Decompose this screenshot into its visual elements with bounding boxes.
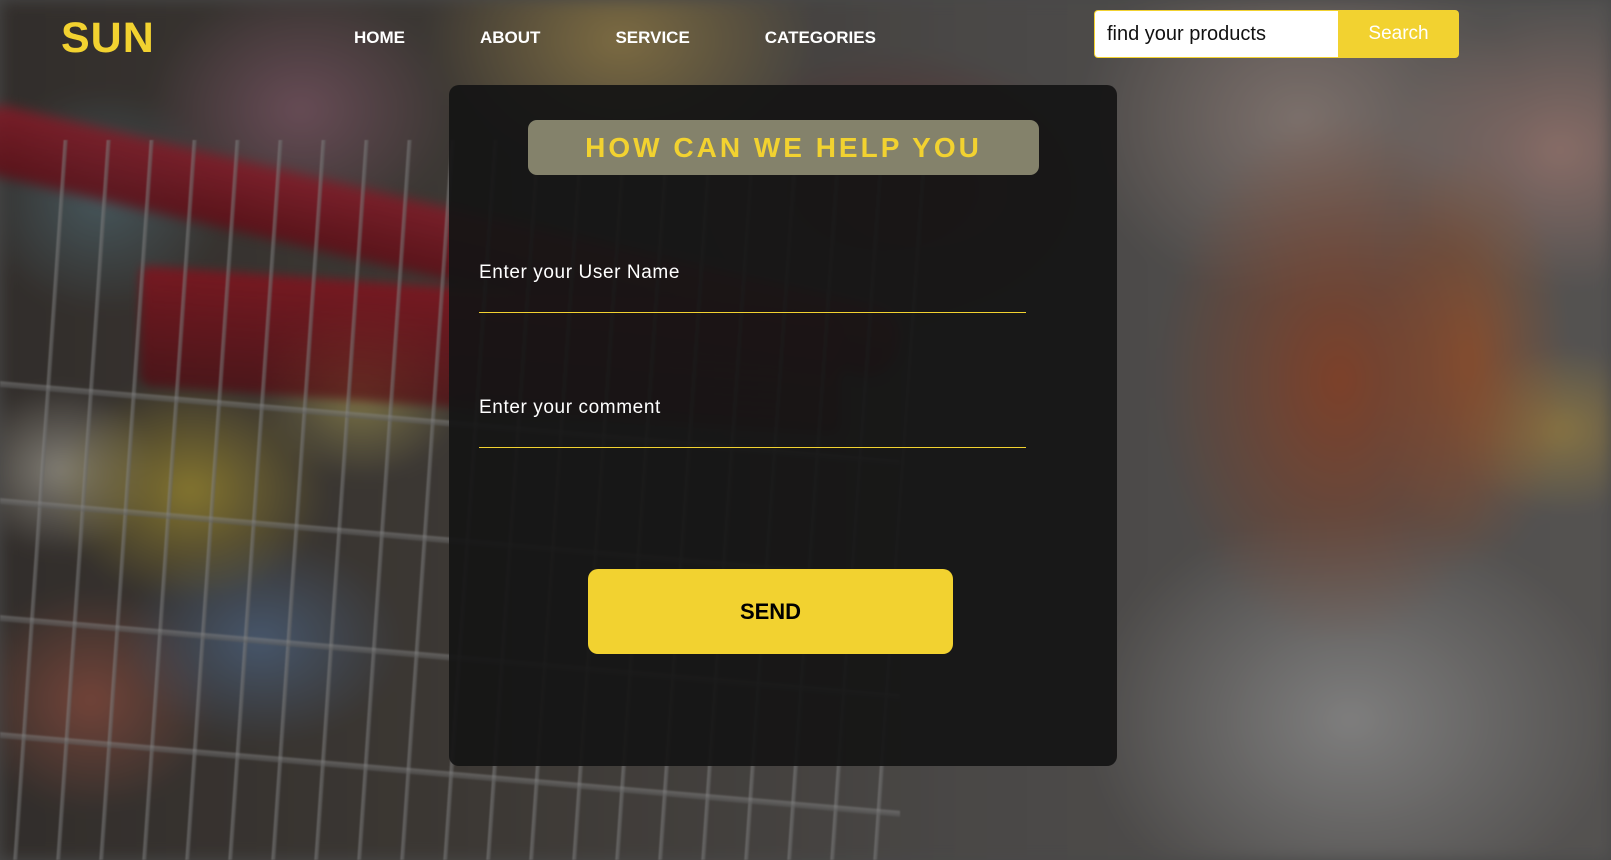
nav-item-service[interactable]: SERVICE bbox=[615, 27, 689, 49]
help-form: HOW CAN WE HELP YOU SEND bbox=[449, 85, 1117, 766]
main-nav: HOME ABOUT SERVICE CATEGORIES bbox=[354, 27, 951, 49]
form-title: HOW CAN WE HELP YOU bbox=[585, 131, 982, 163]
top-navbar: SUN HOME ABOUT SERVICE CATEGORIES Search bbox=[0, 0, 1611, 76]
username-input[interactable] bbox=[479, 255, 1026, 313]
comment-field bbox=[479, 390, 1026, 448]
nav-item-about[interactable]: ABOUT bbox=[480, 27, 540, 49]
brand-logo[interactable]: SUN bbox=[61, 14, 155, 62]
send-button[interactable]: SEND bbox=[588, 569, 953, 654]
search-bar: Search bbox=[1094, 10, 1459, 58]
search-button[interactable]: Search bbox=[1338, 10, 1459, 58]
contact-page: SUN HOME ABOUT SERVICE CATEGORIES Search… bbox=[0, 0, 1611, 860]
username-field bbox=[479, 255, 1026, 313]
nav-item-home[interactable]: HOME bbox=[354, 27, 405, 49]
comment-input[interactable] bbox=[479, 390, 1026, 448]
nav-item-categories[interactable]: CATEGORIES bbox=[765, 27, 876, 49]
search-input[interactable] bbox=[1094, 10, 1338, 58]
form-title-banner: HOW CAN WE HELP YOU bbox=[528, 120, 1039, 175]
